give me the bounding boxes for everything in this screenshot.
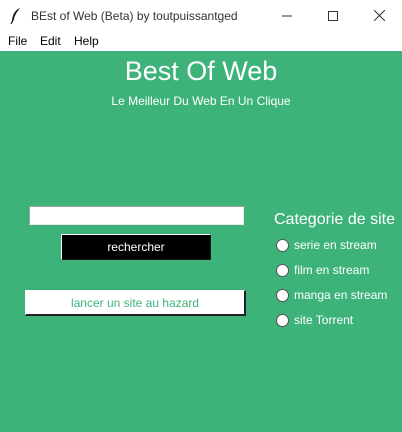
minimize-icon <box>282 11 292 21</box>
random-site-button[interactable]: lancer un site au hazard <box>25 290 246 316</box>
feather-icon <box>10 7 22 25</box>
app-subtitle: Le Meilleur Du Web En Un Clique <box>111 94 291 108</box>
maximize-button[interactable] <box>310 0 356 31</box>
radio-option-torrent[interactable]: site Torrent <box>276 312 353 328</box>
menu-edit[interactable]: Edit <box>40 34 61 48</box>
minimize-button[interactable] <box>264 0 310 31</box>
radio-label: serie en stream <box>294 238 377 252</box>
category-heading: Categorie de site <box>274 211 395 228</box>
radio-button[interactable] <box>276 288 289 302</box>
radio-option-manga[interactable]: manga en stream <box>276 287 387 303</box>
maximize-icon <box>328 10 338 21</box>
close-icon <box>373 10 385 21</box>
radio-button[interactable] <box>276 313 289 327</box>
title-bar[interactable]: BEst of Web (Beta) by toutpuissantged <box>0 0 402 31</box>
menu-file[interactable]: File <box>8 34 27 48</box>
main-panel: Best Of Web Le Meilleur Du Web En Un Cli… <box>0 51 402 432</box>
radio-button[interactable] <box>276 238 289 252</box>
radio-label: film en stream <box>294 263 370 277</box>
radio-label: manga en stream <box>294 288 388 302</box>
radio-option-serie[interactable]: serie en stream <box>276 237 377 253</box>
search-button[interactable]: rechercher <box>61 234 211 260</box>
menu-help[interactable]: Help <box>74 34 99 48</box>
close-button[interactable] <box>356 0 402 31</box>
search-input[interactable] <box>29 206 244 225</box>
menu-bar: File Edit Help <box>0 31 402 51</box>
radio-option-film[interactable]: film en stream <box>276 262 369 278</box>
radio-label: site Torrent <box>294 313 354 327</box>
app-title: Best Of Web <box>124 56 278 86</box>
radio-button[interactable] <box>276 263 289 277</box>
window-title: BEst of Web (Beta) by toutpuissantged <box>31 9 238 23</box>
